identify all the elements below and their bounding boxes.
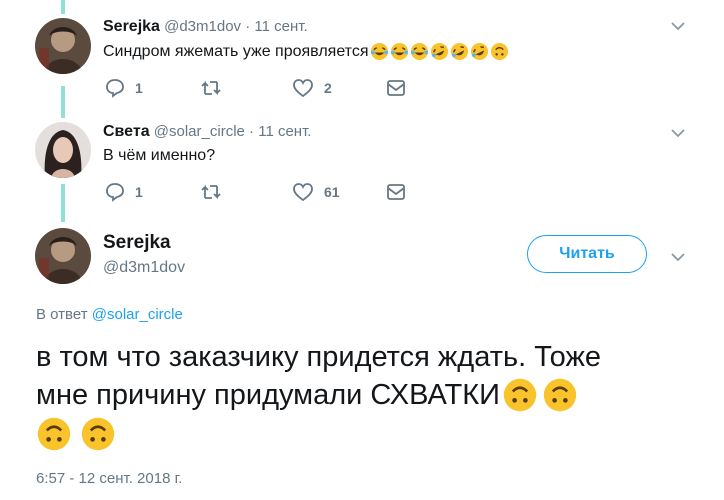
tweet-text-line-2: мне причину придумали СХВАТКИ — [36, 379, 500, 411]
user-handle[interactable]: @d3m1dov — [103, 259, 185, 277]
tweet-text-line-1: в том что заказчику придется ждать. Тоже — [36, 341, 601, 373]
avatar[interactable] — [35, 18, 91, 74]
user-handle[interactable]: @solar_circle — [154, 123, 245, 140]
avatar[interactable] — [35, 228, 91, 284]
reply-action[interactable]: 1 — [105, 78, 143, 98]
emoji-row — [370, 42, 509, 61]
rofl-emoji-icon — [470, 42, 488, 61]
tweet-timestamp[interactable]: 6:57 - 12 сент. 2018 г. — [36, 470, 182, 487]
chevron-down-icon[interactable] — [670, 127, 686, 139]
thread-line-2 — [61, 184, 65, 222]
tweet-text-line-3-row — [36, 416, 696, 452]
like-action[interactable]: 2 — [292, 78, 332, 98]
tweet-text: В чём именно? — [103, 147, 216, 164]
reply-handle-link[interactable]: @solar_circle — [92, 306, 183, 323]
like-icon — [293, 183, 313, 202]
tweet-1-text: Синдром яжемать уже проявляется — [103, 42, 509, 61]
thread-line-1 — [61, 86, 65, 118]
message-icon — [387, 184, 405, 200]
reply-icon — [106, 183, 124, 202]
tweet-text: Синдром яжемать уже проявляется — [103, 42, 369, 60]
display-name[interactable]: Serejka — [103, 18, 160, 35]
tweet-text-line-2-row: мне причину придумали СХВАТКИ — [36, 376, 696, 414]
reply-prefix: В ответ — [36, 306, 88, 323]
message-action[interactable] — [386, 183, 406, 201]
upside-down-face-emoji-icon — [37, 417, 71, 451]
rofl-emoji-icon — [430, 42, 448, 61]
upside-down-face-emoji-icon — [490, 42, 508, 61]
rofl-emoji-icon — [450, 42, 468, 61]
reply-action[interactable]: 1 — [105, 182, 143, 202]
retweet-icon — [201, 184, 221, 200]
retweet-action[interactable] — [200, 78, 232, 98]
reply-count: 1 — [135, 184, 143, 200]
separator: · — [245, 18, 251, 35]
message-icon — [387, 80, 405, 96]
avatar[interactable] — [35, 122, 91, 178]
follow-button[interactable]: Читать — [527, 235, 647, 273]
tweet-1-header: Serejka @d3m1dov · 11 сент. — [103, 18, 308, 36]
upside-down-face-emoji-icon — [503, 378, 537, 412]
tweet-date[interactable]: 11 сент. — [258, 123, 311, 140]
like-action[interactable]: 61 — [292, 182, 340, 202]
laughing-tears-emoji-icon — [410, 42, 428, 61]
upside-down-face-emoji-icon — [543, 378, 577, 412]
tweet-2-header: Света @solar_circle · 11 сент. — [103, 123, 311, 141]
reply-context: В ответ @solar_circle — [36, 306, 183, 323]
laughing-tears-emoji-icon — [370, 42, 388, 61]
display-name[interactable]: Света — [103, 123, 150, 140]
user-handle[interactable]: @d3m1dov — [164, 18, 241, 35]
retweet-action[interactable] — [200, 182, 232, 202]
reply-icon — [106, 79, 124, 98]
retweet-icon — [201, 80, 221, 96]
like-count: 2 — [324, 80, 332, 96]
separator: · — [249, 123, 255, 140]
main-tweet-text: в том что заказчику придется ждать. Тоже… — [36, 338, 696, 452]
thread-line-top — [61, 0, 65, 14]
laughing-tears-emoji-icon — [390, 42, 408, 61]
like-count: 61 — [324, 184, 340, 200]
reply-count: 1 — [135, 80, 143, 96]
like-icon — [293, 79, 313, 98]
tweet-date[interactable]: 11 сент. — [254, 18, 307, 35]
display-name[interactable]: Serejka — [103, 232, 171, 254]
upside-down-face-emoji-icon — [81, 417, 115, 451]
chevron-down-icon[interactable] — [670, 251, 686, 263]
chevron-down-icon[interactable] — [670, 20, 686, 32]
message-action[interactable] — [386, 79, 406, 97]
